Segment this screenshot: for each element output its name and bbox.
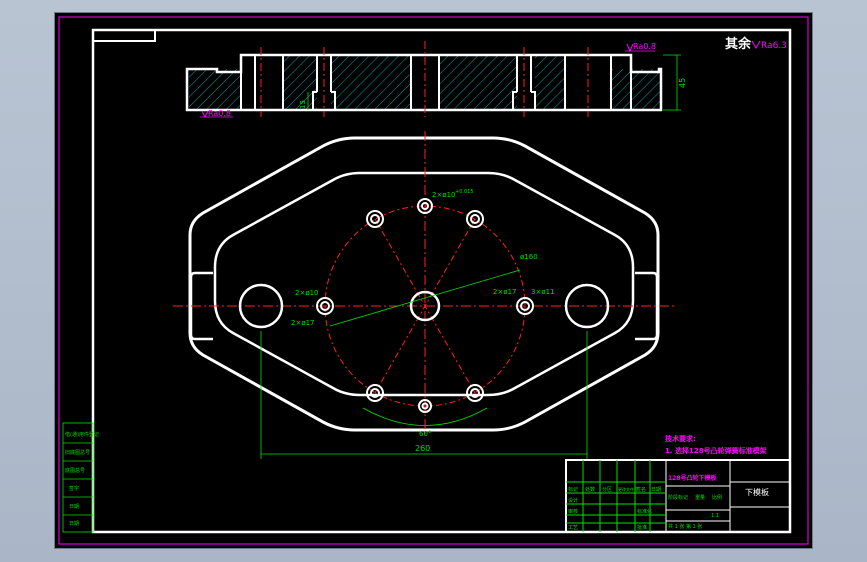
scale-value: 1:1: [711, 513, 719, 519]
roughness-symbol-icon: [751, 40, 761, 50]
plan-view: ø160 2×ø10 +0.015 2×ø10 2×ø17 2×ø17 3×ø1…: [173, 131, 675, 459]
right-hole-dim-a: 2×ø17: [493, 288, 517, 296]
sign-row-design: 设计: [568, 497, 578, 504]
sign-col-1: 标记: [568, 486, 578, 493]
corner-tag: [93, 30, 156, 42]
section-view: 45 15 Ra0.8 Ra0.8: [185, 41, 687, 119]
part-name: 下模板: [745, 487, 769, 497]
stage-label-2: 重量: [695, 494, 705, 501]
slot-depth-dim: 15: [299, 100, 307, 109]
roughness-general-prefix: 其余: [725, 36, 752, 52]
approve-row-standard: 标准化: [637, 508, 652, 515]
drawing-sheet: 其余 Ra6.3 45 15 Ra0.8 Ra0.8 ø160 2×ø10 +0…: [58, 16, 809, 545]
roughness-top: Ra0.8: [633, 42, 656, 51]
sign-col-2: 处数: [585, 486, 595, 493]
sheet-info: 共 1 张 第 1 张: [668, 523, 702, 530]
right-hole-dim-b: 3×ø11: [531, 288, 555, 296]
drawing-name: 128号凸轮下模板: [668, 474, 718, 482]
sign-col-4: 更改文件号: [618, 486, 638, 492]
approve-row-approve: 批准: [637, 524, 647, 531]
left-hole-dim-a: 2×ø10: [295, 289, 319, 297]
bolt-holes-dim: 2×ø10: [432, 191, 456, 199]
thickness-dim: 45: [678, 78, 687, 88]
sign-col-6: 日期: [651, 487, 661, 493]
strip-row-6: 日期: [69, 521, 79, 527]
bolt-hole-tol: +0.015: [455, 189, 474, 195]
strip-row-4: 签字: [69, 485, 79, 492]
roughness-general-value: Ra6.3: [761, 41, 787, 51]
center-span-dim: 260: [415, 444, 430, 453]
stage-label-1: 阶段标记: [668, 494, 688, 501]
sign-col-5: 签名: [636, 486, 646, 493]
notes-title: 技术要求:: [665, 434, 696, 443]
stage-label-3: 比例: [712, 494, 722, 501]
strip-row-3: 底图总号: [65, 467, 85, 474]
roughness-bottom: Ra0.8: [208, 109, 231, 118]
pcd-dim: ø160: [520, 253, 538, 261]
left-strip: [62, 422, 94, 533]
angle-dim: 60°: [419, 430, 431, 438]
sign-row-process: 工艺: [568, 525, 578, 531]
notes-line1: 1. 选择128号凸轮弹簧标准模架: [665, 446, 767, 455]
cad-canvas[interactable]: 其余 Ra6.3 45 15 Ra0.8 Ra0.8 ø160 2×ø10 +0…: [55, 13, 812, 548]
left-hole-dim-b: 2×ø17: [291, 319, 315, 327]
sign-row-review: 审核: [568, 508, 578, 515]
strip-row-5: 日期: [69, 504, 79, 510]
sign-col-3: 分区: [602, 486, 612, 493]
strip-row-1: 借(通)用件登记: [65, 431, 99, 438]
strip-row-2: 旧底图总号: [65, 449, 90, 456]
outer-border: [58, 16, 809, 545]
